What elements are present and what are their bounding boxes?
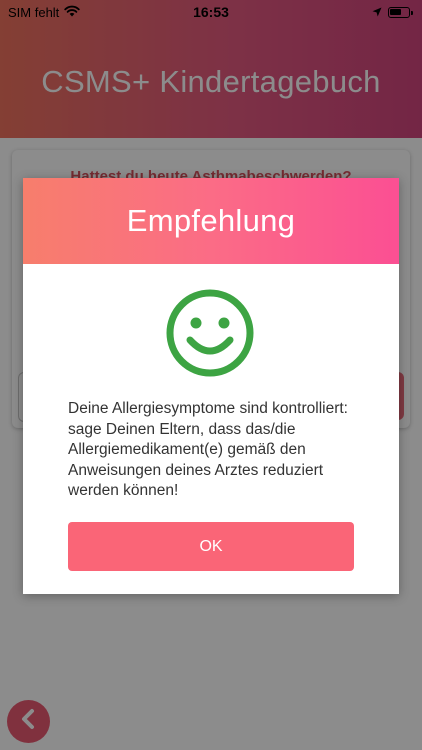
dialog-title: Empfehlung <box>126 203 296 238</box>
dialog-message: Deine Allergiesymptome sind kontrolliert… <box>68 400 348 499</box>
ok-button[interactable]: OK <box>68 522 354 571</box>
smiley-face-icon <box>165 288 255 378</box>
dialog-header: Empfehlung <box>23 178 399 264</box>
recommendation-dialog: Empfehlung Deine Allergiesymptome sind k… <box>23 178 399 594</box>
